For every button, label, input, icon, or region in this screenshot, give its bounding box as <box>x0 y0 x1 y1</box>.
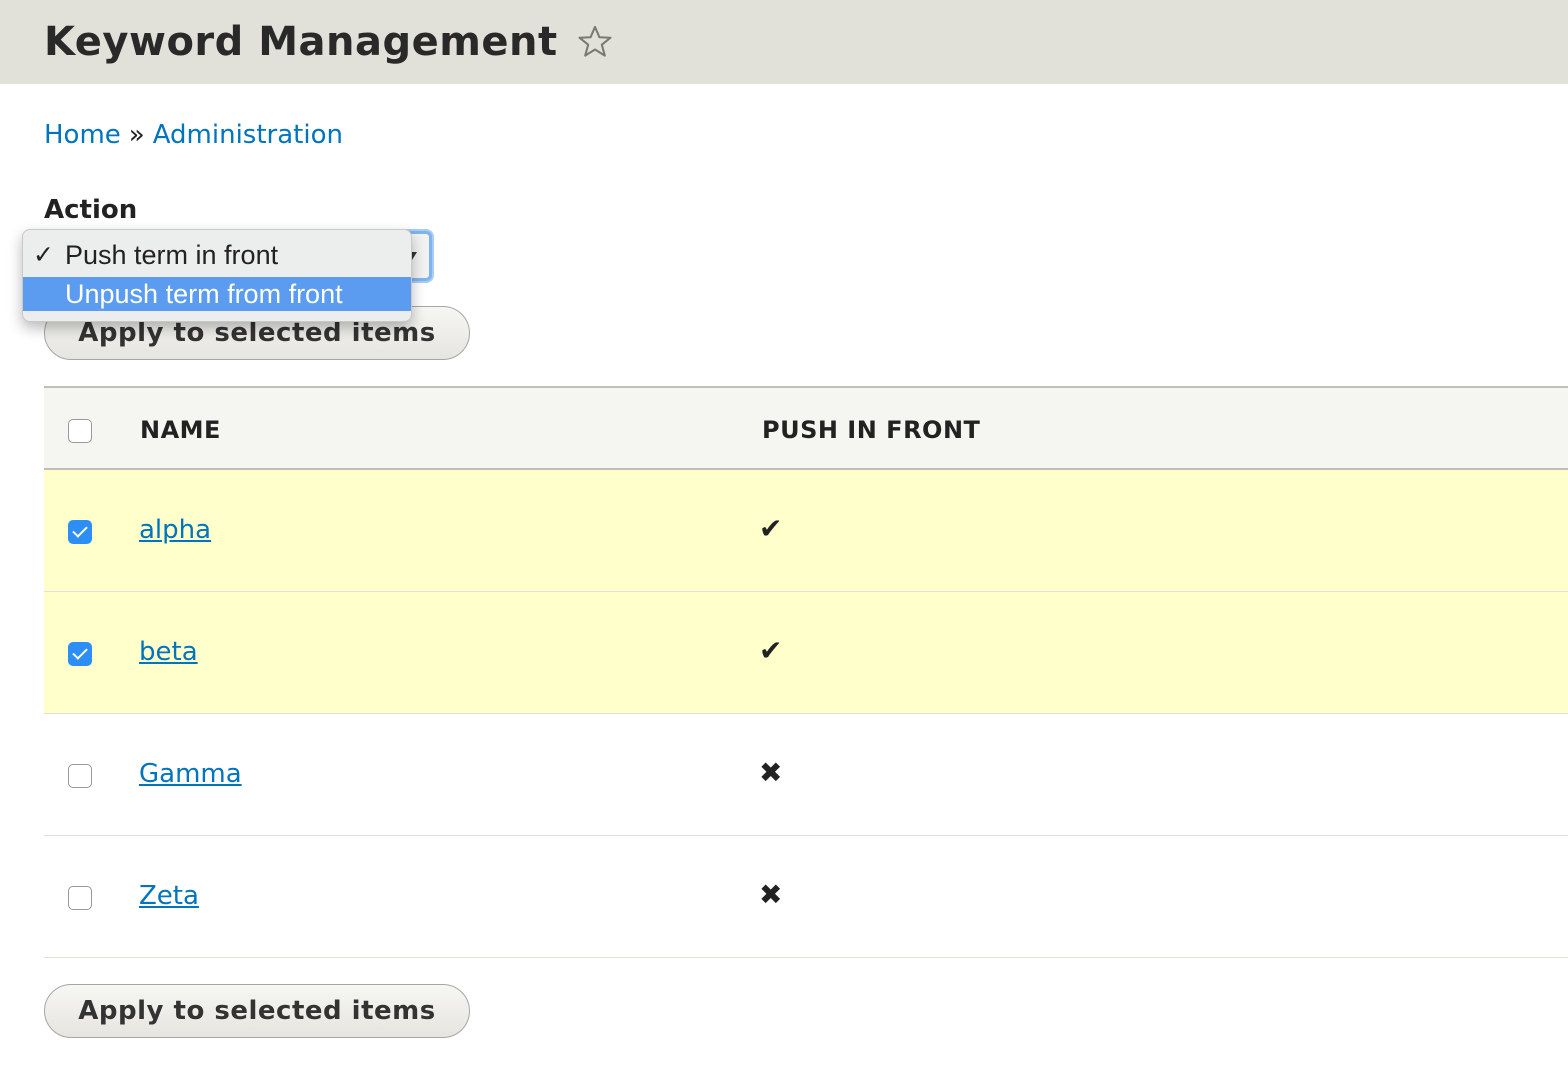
push-status-cross-icon: ✖ <box>759 756 783 789</box>
page-title: Keyword Management <box>44 19 558 65</box>
table-row: Gamma ✖ <box>44 714 1568 836</box>
action-option-push[interactable]: ✓ Push term in front <box>23 237 411 273</box>
keyword-table: NAME PUSH IN FRONT alpha ✔ beta ✔ Gamma … <box>44 386 1568 958</box>
star-outline-icon[interactable] <box>576 23 614 61</box>
table-row: beta ✔ <box>44 592 1568 714</box>
action-option-unpush[interactable]: Unpush term from front <box>23 277 411 311</box>
breadcrumb: Home» Administration <box>44 120 343 150</box>
apply-button-bottom[interactable]: Apply to selected items <box>44 984 470 1038</box>
checkmark-icon: ✓ <box>33 241 54 269</box>
push-status-check-icon: ✔ <box>759 634 783 667</box>
column-header-name: NAME <box>140 416 221 444</box>
breadcrumb-separator: » <box>128 120 145 150</box>
table-row: alpha ✔ <box>44 470 1568 592</box>
page-header: Keyword Management <box>0 0 1568 84</box>
column-header-push-in-front: PUSH IN FRONT <box>762 416 981 444</box>
breadcrumb-administration-link[interactable]: Administration <box>153 120 343 150</box>
action-dropdown-menu: ✓ Push term in front Unpush term from fr… <box>22 229 412 322</box>
row-checkbox[interactable] <box>68 642 92 666</box>
select-all-checkbox[interactable] <box>68 419 92 443</box>
term-link[interactable]: alpha <box>139 515 211 545</box>
row-checkbox[interactable] <box>68 764 92 788</box>
term-link[interactable]: Zeta <box>139 881 199 911</box>
term-link[interactable]: Gamma <box>139 759 242 789</box>
table-header: NAME PUSH IN FRONT <box>44 386 1568 470</box>
table-row: Zeta ✖ <box>44 836 1568 958</box>
breadcrumb-home-link[interactable]: Home <box>44 120 121 150</box>
action-label: Action <box>44 195 138 225</box>
push-status-cross-icon: ✖ <box>759 878 783 911</box>
term-link[interactable]: beta <box>139 637 198 667</box>
row-checkbox[interactable] <box>68 886 92 910</box>
row-checkbox[interactable] <box>68 520 92 544</box>
push-status-check-icon: ✔ <box>759 512 783 545</box>
action-option-label: Push term in front <box>65 240 279 270</box>
action-option-label: Unpush term from front <box>65 279 343 309</box>
